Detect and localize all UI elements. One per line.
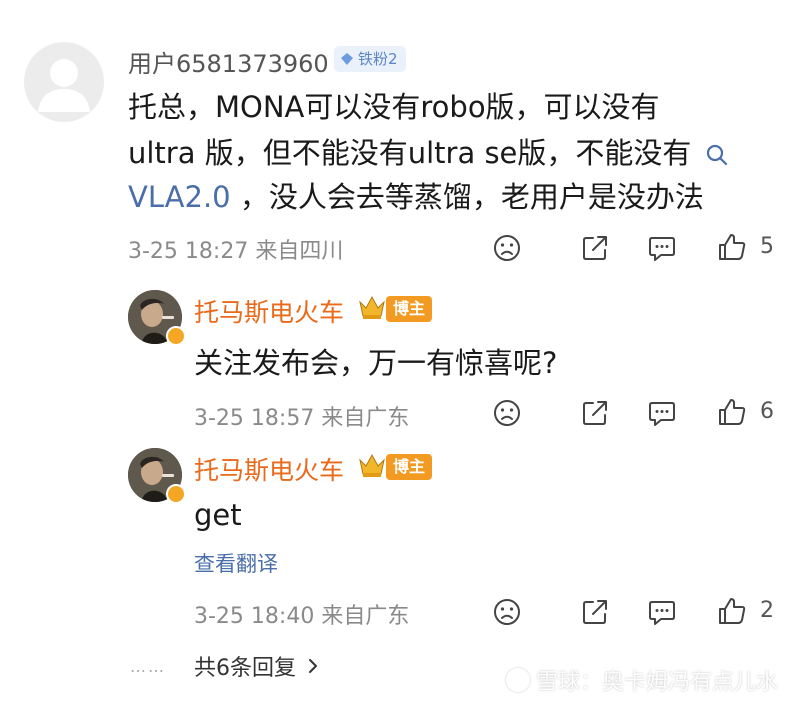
comment-icon[interactable] — [647, 233, 677, 263]
fan-badge-label: 铁粉2 — [358, 50, 398, 68]
default-avatar-icon — [38, 59, 90, 112]
like-count: 5 — [760, 234, 774, 259]
share-icon[interactable] — [580, 398, 610, 428]
share-icon[interactable] — [580, 233, 610, 263]
avatar[interactable] — [24, 42, 104, 122]
diamond-icon — [341, 53, 353, 65]
translate-link[interactable]: 查看翻译 — [194, 548, 278, 578]
blogger-badge: 博主 — [386, 454, 433, 480]
sad-face-icon[interactable] — [492, 597, 522, 627]
sad-face-icon[interactable] — [492, 233, 522, 263]
like-count: 2 — [760, 598, 774, 623]
blogger-badge: 博主 — [386, 296, 433, 322]
comment-text-line-1: 托总，MONA可以没有robo版，可以没有 — [128, 90, 660, 124]
search-icon[interactable] — [705, 143, 729, 167]
thumb-up-icon[interactable] — [716, 231, 748, 263]
comment-icon[interactable] — [647, 597, 677, 627]
username[interactable]: 托马斯电火车 — [194, 451, 344, 487]
watermark: 雪球：奥卡姆冯有点儿水 — [505, 664, 778, 696]
snowball-logo-icon — [505, 668, 530, 692]
crown-icon — [359, 453, 385, 477]
thumb-up-icon[interactable] — [716, 396, 748, 428]
sad-face-icon[interactable] — [492, 398, 522, 428]
comment-meta: 3-25 18:27 来自四川 — [128, 239, 344, 264]
share-icon[interactable] — [580, 597, 610, 627]
reply-meta: 3-25 18:57 来自广东 — [194, 406, 410, 431]
more-replies-label: 共6条回复 — [194, 656, 296, 681]
comment-text-line-2: ultra 版，但不能没有ultra se版，不能没有 — [128, 130, 729, 172]
like-count: 6 — [760, 399, 774, 424]
more-replies-button[interactable]: …… 共6条回复 — [130, 650, 320, 682]
reply-meta: 3-25 18:40 来自广东 — [194, 604, 410, 629]
reply-text: get — [194, 498, 242, 532]
more-replies-dots: …… — [130, 656, 166, 676]
verified-badge-icon — [166, 484, 186, 504]
crown-icon — [359, 295, 385, 319]
comment-icon[interactable] — [647, 398, 677, 428]
thumb-up-icon[interactable] — [716, 595, 748, 627]
topic-link[interactable]: VLA2.0 — [128, 180, 231, 214]
chevron-right-icon — [309, 659, 317, 673]
verified-badge-icon — [166, 326, 186, 346]
comment-text-line-3-rest: ，没人会去等蒸馏，老用户是没办法 — [230, 180, 704, 214]
watermark-text: 雪球：奥卡姆冯有点儿水 — [535, 670, 778, 695]
comment-text-line-2-content: ultra 版，但不能没有ultra se版，不能没有 — [128, 136, 692, 170]
comment-text-line-3: VLA2.0 ，没人会去等蒸馏，老用户是没办法 — [128, 174, 704, 216]
username[interactable]: 用户6581373960 — [128, 44, 329, 79]
username[interactable]: 托马斯电火车 — [194, 293, 344, 329]
reply-text: 关注发布会，万一有惊喜呢? — [194, 346, 558, 380]
fan-badge: 铁粉2 — [334, 46, 406, 72]
